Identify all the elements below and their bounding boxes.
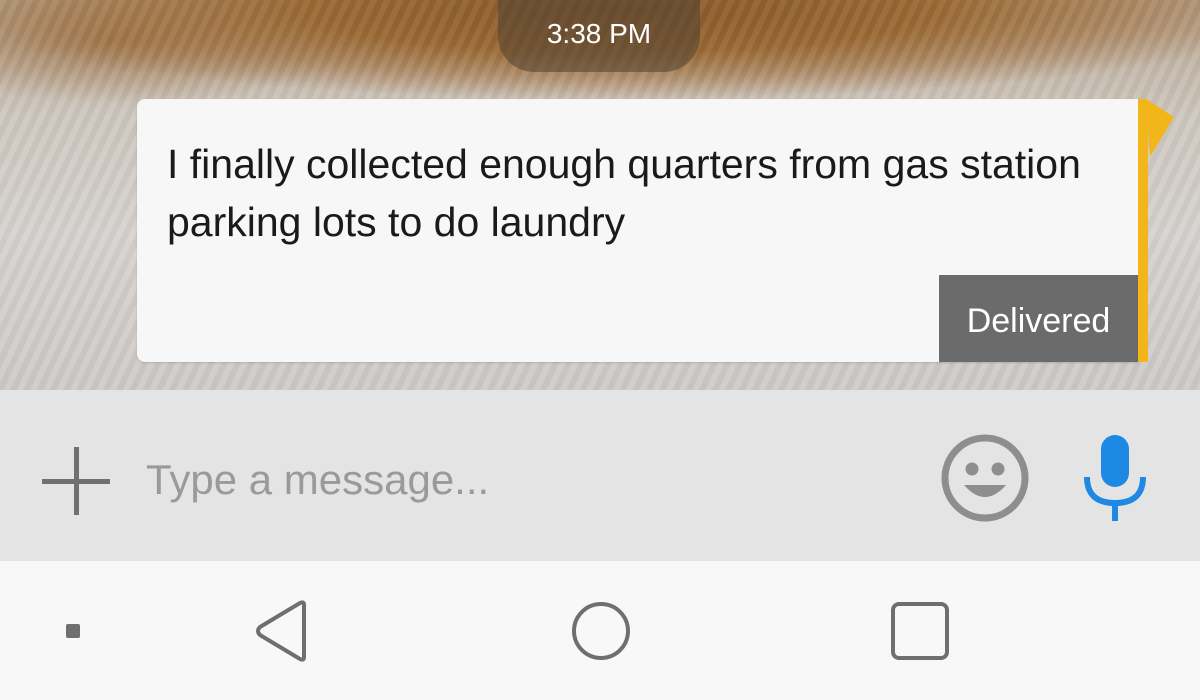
microphone-icon[interactable]: [1082, 433, 1148, 523]
system-navigation-bar: [0, 561, 1200, 700]
delivery-status-badge: Delivered: [939, 275, 1138, 362]
timestamp-text: 3:38 PM: [546, 18, 652, 49]
home-circle-icon[interactable]: [570, 600, 632, 662]
sent-message-bubble[interactable]: I finally collected enough quarters from…: [137, 99, 1138, 362]
back-triangle-icon[interactable]: [252, 599, 312, 663]
plus-icon[interactable]: [42, 447, 110, 515]
message-timestamp: 3:38 PM: [498, 0, 700, 72]
message-composer: [0, 390, 1200, 561]
smiley-face-icon[interactable]: [940, 433, 1030, 523]
bubble-tail: [1146, 99, 1174, 157]
menu-dot-icon[interactable]: [66, 624, 80, 638]
message-text: I finally collected enough quarters from…: [167, 141, 1081, 245]
message-input[interactable]: [146, 450, 886, 510]
recents-square-icon[interactable]: [890, 601, 950, 661]
messaging-screen: 3:38 PM I finally collected enough quart…: [0, 0, 1200, 700]
